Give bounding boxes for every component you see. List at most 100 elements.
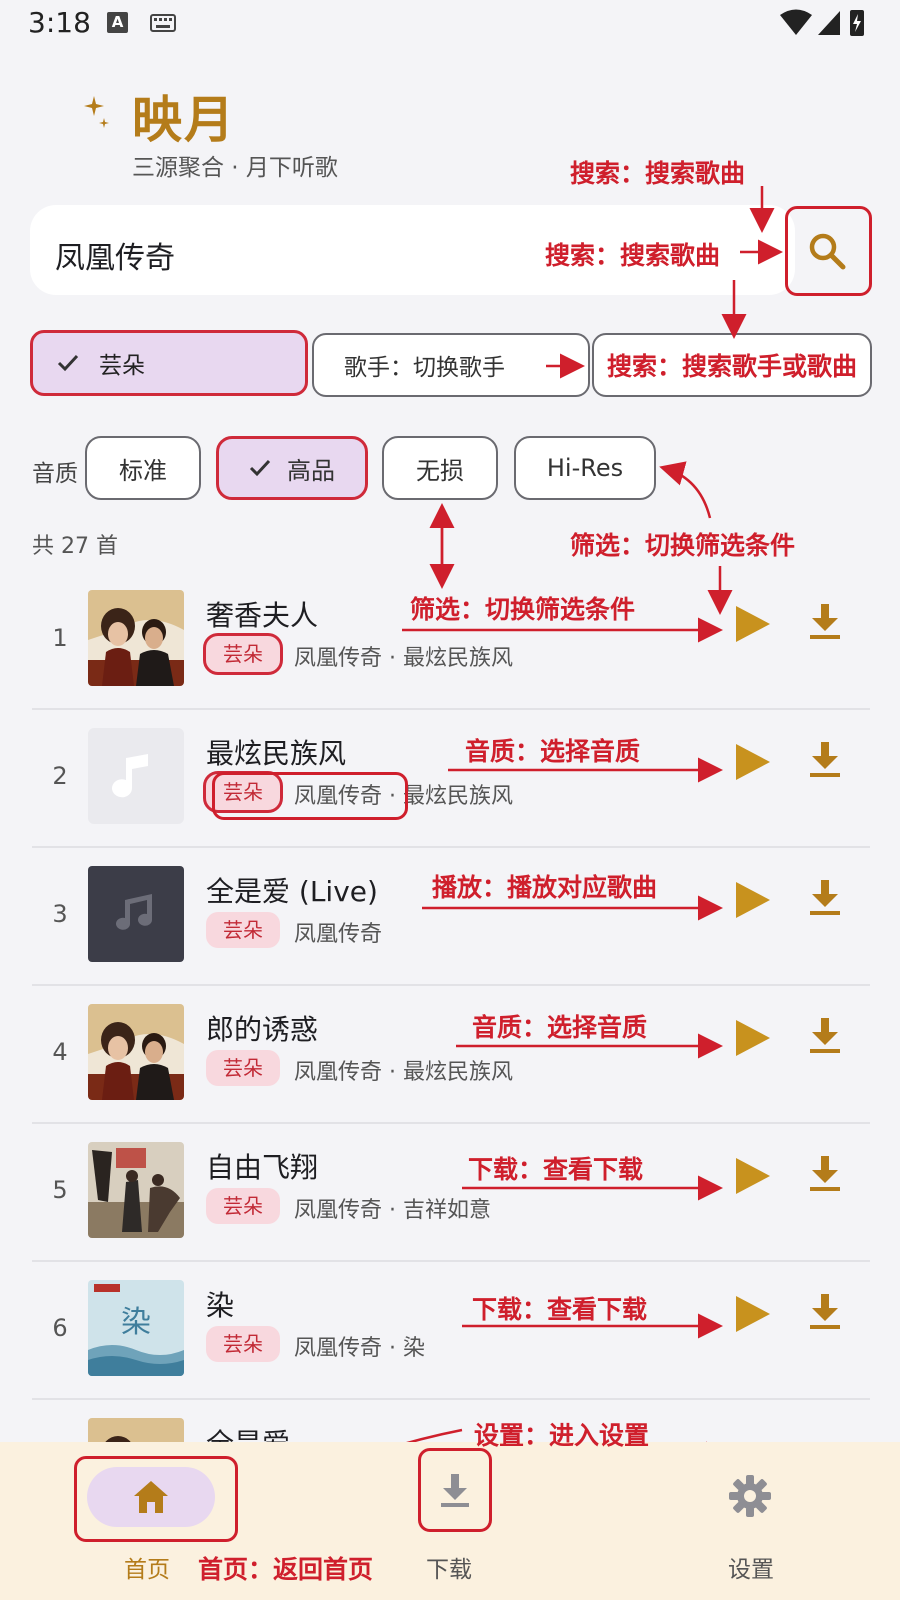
download-icon — [810, 742, 840, 777]
annotation-box-downloads — [418, 1448, 492, 1532]
annotation-box-row2-meta — [212, 772, 408, 820]
source-tag: 芸朵 — [206, 1188, 280, 1224]
song-title: 郎的诱惑 — [206, 1013, 319, 1046]
app-subtitle: 三源聚合 · 月下听歌 — [132, 155, 338, 181]
download-button[interactable] — [807, 878, 843, 918]
download-icon — [810, 604, 840, 639]
download-button[interactable] — [807, 1016, 843, 1056]
album-cover — [88, 1142, 184, 1238]
play-icon — [736, 606, 770, 642]
song-row[interactable]: 4 郎的诱惑 芸朵 凤凰传奇 · 最炫民族风 — [32, 986, 870, 1124]
song-title: 染 — [206, 1289, 235, 1322]
source-chip-label: 搜索：搜索歌手或歌曲 — [606, 352, 857, 381]
svg-text:染: 染 — [121, 1305, 151, 1340]
quality-chip-high[interactable]: 高品 — [216, 436, 368, 500]
play-button[interactable] — [730, 1292, 774, 1336]
download-icon — [810, 1156, 840, 1191]
app-title: 映月 — [132, 90, 236, 149]
quality-chip-label: 标准 — [119, 456, 167, 485]
song-title: 自由飞翔 — [206, 1151, 319, 1184]
source-tag: 芸朵 — [206, 1326, 280, 1362]
signal-icon — [818, 11, 840, 35]
wifi-icon — [780, 9, 812, 35]
quality-chip-label: Hi-Res — [546, 454, 624, 482]
download-button[interactable] — [807, 602, 843, 642]
play-button[interactable] — [730, 878, 774, 922]
search-input-value[interactable]: 凤凰传奇 — [55, 233, 175, 277]
song-artist-album: 凤凰传奇 — [294, 922, 383, 947]
annotation-quality-row4: 音质：选择音质 — [472, 1013, 648, 1042]
song-index: 2 — [52, 762, 68, 790]
annotation-search-mid: 搜索：搜索歌曲 — [545, 241, 721, 270]
song-count: 共 27 首 — [32, 534, 118, 559]
song-index: 1 — [52, 624, 68, 652]
album-cover — [88, 590, 184, 686]
play-icon — [736, 744, 770, 780]
annotation-download-row6: 下载：查看下载 — [472, 1295, 648, 1324]
annotation-settings: 设置：进入设置 — [474, 1421, 650, 1450]
song-index: 6 — [52, 1314, 68, 1342]
song-artist-album: 凤凰传奇 · 染 — [294, 1336, 425, 1361]
annotation-filter-row1: 筛选：切换筛选条件 — [410, 595, 636, 624]
quality-chip-lossless[interactable]: 无损 — [382, 436, 498, 500]
status-icons — [780, 9, 864, 36]
album-cover — [88, 728, 184, 824]
play-icon — [736, 1296, 770, 1332]
album-cover — [88, 866, 184, 962]
download-button[interactable] — [807, 1292, 843, 1332]
source-chip-label: 歌手：切换歌手 — [344, 355, 505, 381]
text-input-icon: A — [107, 12, 128, 33]
quality-chip-hires[interactable]: Hi-Res — [514, 436, 656, 500]
moon-logo-icon — [42, 88, 109, 156]
source-chip-yunduo[interactable]: 芸朵 — [30, 330, 308, 396]
nav-downloads-label[interactable]: 下载 — [426, 1550, 472, 1584]
song-row[interactable]: 6 染 染芸朵 凤凰传奇 · 染 — [32, 1262, 870, 1400]
gear-icon — [729, 1475, 771, 1517]
song-title: 奢香夫人 — [206, 599, 319, 632]
annotation-play-row3: 播放：播放对应歌曲 — [432, 873, 658, 902]
play-button[interactable] — [730, 1154, 774, 1198]
status-time: 3:18 — [28, 6, 91, 39]
annotation-search-top: 搜索：搜索歌曲 — [570, 159, 746, 188]
nav-home-label[interactable]: 首页 — [124, 1550, 170, 1584]
song-row[interactable]: 2 最炫民族风 芸朵 凤凰传奇 · 最炫民族风 — [32, 710, 870, 848]
play-button[interactable] — [730, 602, 774, 646]
annotation-download-row5: 下载：查看下载 — [468, 1155, 644, 1184]
play-button[interactable] — [730, 740, 774, 784]
song-artist-album: 凤凰传奇 · 最炫民族风 — [294, 1060, 513, 1085]
nav-settings-button[interactable] — [728, 1474, 772, 1522]
annotation-box-home — [74, 1456, 238, 1542]
song-artist-album: 凤凰传奇 · 最炫民族风 — [294, 646, 513, 671]
song-index: 3 — [52, 900, 68, 928]
quality-chip-label: 高品 — [287, 456, 335, 485]
check-icon — [249, 459, 271, 477]
song-row[interactable]: 5 自由飞翔芸朵 凤凰传奇 · 吉祥如意 — [32, 1124, 870, 1262]
song-index: 4 — [52, 1038, 68, 1066]
source-tag: 芸朵 — [206, 912, 280, 948]
download-icon — [810, 880, 840, 915]
download-icon — [810, 1018, 840, 1053]
source-chip-label: 芸朵 — [99, 353, 145, 379]
song-artist-album: 凤凰传奇 · 吉祥如意 — [294, 1198, 491, 1223]
download-button[interactable] — [807, 740, 843, 780]
check-icon — [57, 354, 79, 372]
play-button[interactable] — [730, 1016, 774, 1060]
download-button[interactable] — [807, 1154, 843, 1194]
download-icon — [810, 1294, 840, 1329]
quality-chip-standard[interactable]: 标准 — [85, 436, 201, 500]
play-icon — [736, 1020, 770, 1056]
play-icon — [736, 882, 770, 918]
source-chip-singer[interactable]: 歌手：切换歌手 — [312, 333, 590, 397]
song-title: 全是爱 (Live) — [206, 875, 378, 908]
nav-settings-label[interactable]: 设置 — [728, 1550, 774, 1584]
album-cover: 染 — [88, 1280, 184, 1376]
source-chip-search[interactable]: 搜索：搜索歌手或歌曲 — [592, 333, 872, 397]
annotation-box-search — [785, 206, 872, 296]
annotation-quality-row2: 音质：选择音质 — [465, 737, 641, 766]
play-icon — [736, 1158, 770, 1194]
annotation-home: 首页：返回首页 — [198, 1555, 374, 1584]
quality-chip-label: 无损 — [416, 456, 464, 485]
song-title: 最炫民族风 — [206, 737, 347, 770]
annotation-filter-right: 筛选：切换筛选条件 — [570, 531, 796, 560]
song-index: 5 — [52, 1176, 68, 1204]
